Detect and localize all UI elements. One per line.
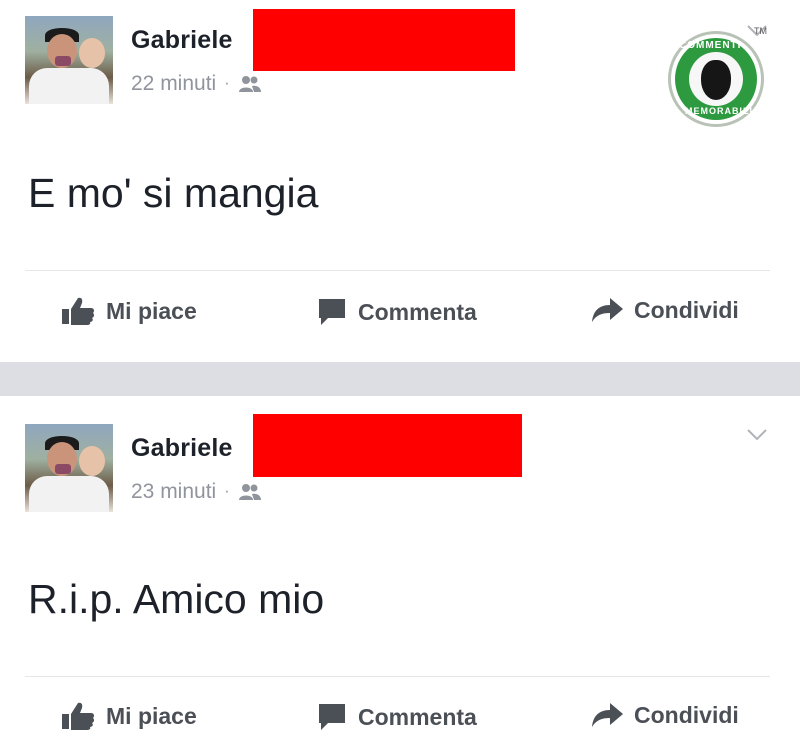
comment-label: Commenta <box>358 703 477 730</box>
friends-icon <box>238 76 261 92</box>
action-bar: Mi piace Commenta Condividi <box>0 296 800 336</box>
comment-button[interactable]: Commenta <box>316 296 477 328</box>
author-name[interactable]: Gabriele <box>131 26 233 55</box>
share-button[interactable]: Condividi <box>590 296 739 324</box>
post-meta: 22 minuti · <box>131 72 262 96</box>
avatar[interactable] <box>25 16 113 104</box>
watermark-tm: TM <box>754 26 767 36</box>
friends-icon <box>238 484 261 500</box>
meta-separator: · <box>224 483 230 500</box>
post-meta: 23 minuti · <box>131 480 262 504</box>
redaction-box <box>253 414 522 477</box>
post-text: E mo' si mangia <box>28 170 319 216</box>
post-time[interactable]: 23 minuti <box>131 480 216 504</box>
like-label: Mi piace <box>106 702 197 729</box>
divider <box>25 270 770 271</box>
post-text: R.i.p. Amico mio <box>28 576 325 622</box>
feed-separator <box>0 362 800 396</box>
post-1: Gabriele 22 minuti · COMMENTI MEMORABILI… <box>0 0 800 362</box>
meta-separator: · <box>224 75 230 92</box>
like-label: Mi piace <box>106 297 197 324</box>
author-name[interactable]: Gabriele <box>131 434 233 463</box>
comment-icon <box>319 299 345 325</box>
comment-label: Commenta <box>358 298 477 325</box>
post-2: Gabriele 23 minuti · R.i.p. Amico mio Mi… <box>0 396 800 753</box>
redaction-box <box>253 9 515 71</box>
share-label: Condividi <box>634 296 739 323</box>
share-button[interactable]: Condividi <box>590 701 739 729</box>
watermark-top-text: COMMENTI <box>679 40 742 51</box>
watermark-bottom-text: MEMORABILI <box>685 106 753 116</box>
like-icon <box>62 297 95 325</box>
divider <box>25 676 770 677</box>
action-bar: Mi piace Commenta Condividi <box>0 701 800 741</box>
like-icon <box>62 702 95 730</box>
like-button[interactable]: Mi piace <box>60 296 197 326</box>
like-button[interactable]: Mi piace <box>60 701 197 731</box>
chevron-down-icon[interactable] <box>746 428 768 442</box>
share-icon <box>592 703 623 727</box>
comment-icon <box>319 704 345 730</box>
watermark-logo: COMMENTI MEMORABILI TM <box>668 26 767 127</box>
comment-button[interactable]: Commenta <box>316 701 477 733</box>
avatar[interactable] <box>25 424 113 512</box>
post-time[interactable]: 22 minuti <box>131 72 216 96</box>
share-label: Condividi <box>634 701 739 728</box>
share-icon <box>592 298 623 322</box>
